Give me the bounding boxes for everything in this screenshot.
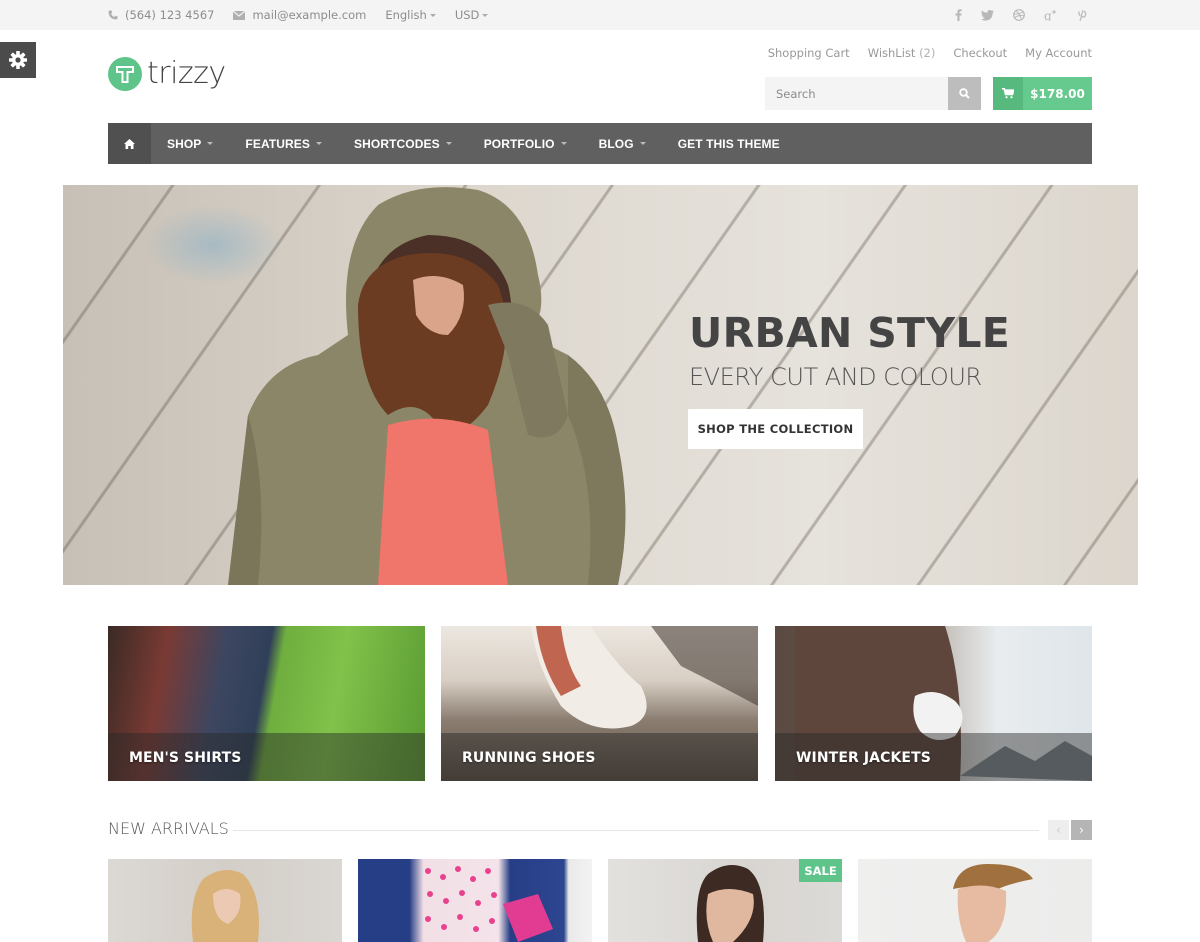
search-button[interactable] (948, 77, 981, 110)
nav-item-get-this-theme[interactable]: GET THIS THEME (678, 137, 780, 151)
new-arrivals-carousel: SALE (108, 859, 1092, 942)
chevron-left-icon: ‹ (1056, 823, 1061, 837)
account-links: Shopping Cart WishList (2) Checkout My A… (750, 46, 1092, 60)
nav-item-features[interactable]: FEATURES (245, 136, 323, 151)
product-image (425, 866, 553, 942)
sale-badge: SALE (799, 859, 842, 882)
nav-label: PORTFOLIO (483, 136, 555, 151)
phone-icon (108, 10, 118, 20)
nav-label: SHOP (167, 136, 202, 151)
hero-headline: URBAN STYLE (689, 309, 1011, 357)
my-account-link[interactable]: My Account (1025, 46, 1092, 60)
chevron-down-icon (445, 142, 452, 145)
twitter-icon[interactable] (981, 9, 994, 21)
social-links: g (936, 0, 1087, 30)
product-card[interactable] (358, 859, 592, 942)
pinterest-icon[interactable] (1077, 9, 1087, 21)
nav-label: FEATURES (245, 136, 311, 151)
nav-home[interactable] (108, 123, 151, 164)
nav-label: BLOG (598, 136, 634, 151)
chevron-down-icon (316, 142, 323, 145)
checkout-link[interactable]: Checkout (953, 46, 1007, 60)
category-tile-mens-shirts[interactable]: MEN'S SHIRTS (108, 626, 425, 781)
category-label: WINTER JACKETS (796, 750, 931, 766)
top-bar: (564) 123 4567 mail@example.com English … (0, 0, 1200, 30)
chevron-down-icon (482, 13, 489, 17)
logo-mark-icon (108, 57, 142, 91)
hero-model-image (228, 187, 626, 585)
chevron-down-icon (429, 13, 436, 17)
gear-icon (9, 51, 27, 69)
category-label: MEN'S SHIRTS (129, 750, 242, 766)
nav-item-shortcodes[interactable]: SHORTCODES (354, 137, 452, 151)
language-label: English (385, 8, 427, 22)
search-icon (959, 88, 970, 99)
site-logo[interactable]: trizzy (108, 57, 226, 91)
cart-button[interactable]: $178.00 (993, 77, 1092, 110)
logo-text: trizzy (147, 56, 226, 91)
category-tile-winter-jackets[interactable]: WINTER JACKETS (775, 626, 1092, 781)
phone-number: (564) 123 4567 (125, 8, 215, 22)
nav-item-shop[interactable]: SHOP (167, 136, 214, 151)
nav-label: SHORTCODES (354, 136, 440, 151)
nav-label: GET THIS THEME (677, 136, 780, 151)
language-selector[interactable]: English (385, 8, 436, 22)
wishlist-link[interactable]: WishList (2) (868, 46, 936, 60)
cart-icon-container (993, 77, 1023, 110)
phone-contact: (564) 123 4567 (108, 8, 214, 22)
category-tiles: MEN'S SHIRTS RUNNING SHOES WINTER JACKET… (108, 626, 1092, 781)
chevron-down-icon (639, 142, 646, 145)
main-navigation: SHOP FEATURES SHORTCODES PORTFOLIO BLOG … (108, 123, 1092, 164)
email-contact[interactable]: mail@example.com (233, 8, 366, 22)
product-card[interactable]: SALE (608, 859, 842, 942)
dribbble-icon[interactable] (1013, 9, 1025, 21)
carousel-prev-button[interactable]: ‹ (1048, 820, 1069, 840)
email-address: mail@example.com (252, 8, 367, 22)
currency-label: USD (454, 8, 480, 22)
home-icon (124, 138, 135, 149)
currency-selector[interactable]: USD (455, 8, 489, 22)
category-tile-running-shoes[interactable]: RUNNING SHOES (441, 626, 758, 781)
nav-item-blog[interactable]: BLOG (599, 137, 646, 151)
product-image (953, 864, 1033, 942)
shopping-cart-link[interactable]: Shopping Cart (768, 46, 850, 60)
facebook-icon[interactable] (955, 9, 962, 21)
product-card[interactable] (858, 859, 1092, 942)
hero-subline: EVERY CUT AND COLOUR (689, 363, 982, 391)
product-image (191, 870, 259, 942)
hero-slider[interactable]: URBAN STYLE EVERY CUT AND COLOUR SHOP TH… (63, 185, 1138, 585)
chevron-down-icon (207, 142, 214, 145)
category-label: RUNNING SHOES (462, 750, 596, 766)
google-plus-icon[interactable]: g (1044, 9, 1058, 21)
carousel-next-button[interactable]: › (1071, 820, 1092, 840)
search-form (765, 77, 981, 110)
section-divider (233, 830, 1039, 831)
shop-the-collection-button[interactable]: SHOP THE COLLECTION (688, 409, 863, 449)
chevron-right-icon: › (1079, 823, 1084, 837)
settings-toggle-button[interactable] (0, 42, 36, 78)
product-card[interactable] (108, 859, 342, 942)
cart-total: $178.00 (1023, 77, 1092, 110)
new-arrivals-heading: NEW ARRIVALS (108, 819, 229, 838)
wishlist-count: (2) (919, 46, 936, 60)
shopping-cart-icon (1002, 88, 1014, 99)
svg-text:g: g (1044, 9, 1052, 21)
search-input[interactable] (765, 77, 948, 110)
wishlist-label: WishList (867, 46, 916, 60)
nav-item-portfolio[interactable]: PORTFOLIO (484, 137, 567, 151)
chevron-down-icon (560, 142, 567, 145)
envelope-icon (233, 10, 246, 20)
